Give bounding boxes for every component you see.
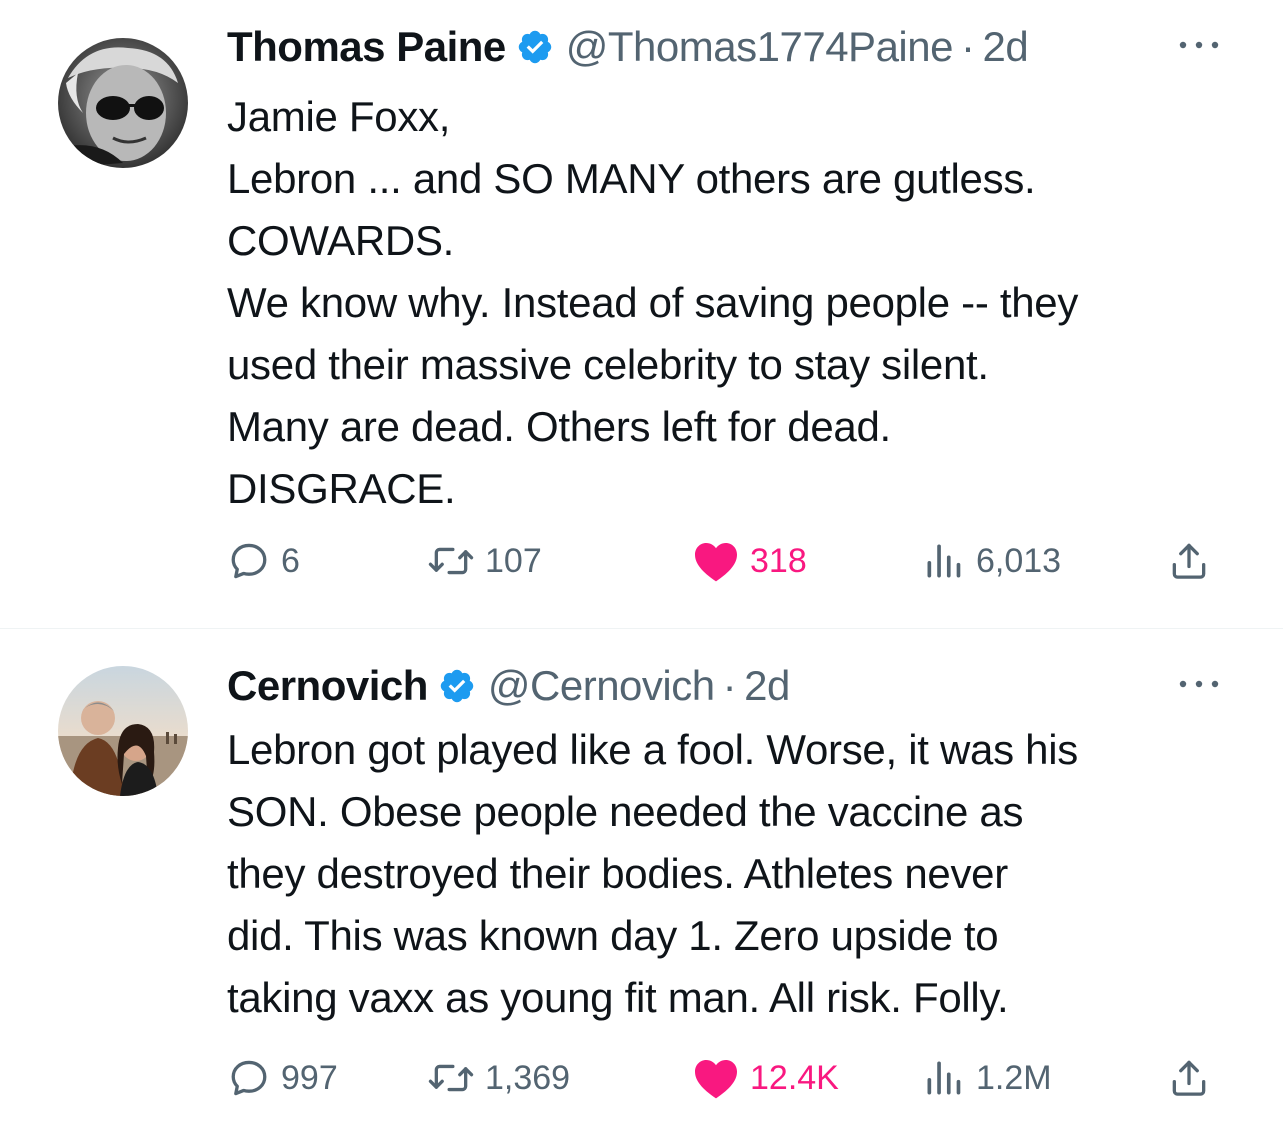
tweet-text-line: Lebron got played like a fool. Worse, it… [227, 726, 1078, 773]
tweet-text-line: DISGRACE. [227, 465, 456, 512]
tweet-header: Cernovich @Cernovich · 2d [227, 656, 1223, 716]
author-name[interactable]: Cernovich [227, 662, 428, 710]
retweet-arrows-icon [428, 1064, 474, 1092]
tweet-actions: 997 1,369 12.4K 1.2M [227, 1053, 1227, 1103]
share-button[interactable] [1167, 536, 1211, 586]
retweet-button[interactable]: 1,369 [427, 1053, 570, 1103]
views-bar-chart-icon [927, 544, 961, 578]
reply-button[interactable]: 6 [227, 536, 300, 586]
avatar[interactable] [58, 666, 188, 796]
separator-dot: · [960, 23, 975, 70]
share-upload-icon [1172, 1060, 1206, 1096]
retweet-count: 1,369 [485, 1058, 571, 1097]
tweet-header: Thomas Paine @Thomas1774Paine · 2d [227, 17, 1223, 77]
heart-icon [695, 543, 737, 582]
avatar-photo-icon [58, 666, 188, 796]
reply-button[interactable]: 997 [227, 1053, 338, 1103]
views-button[interactable]: 6,013 [922, 536, 1061, 586]
like-count: 318 [750, 541, 807, 580]
like-count: 12.4K [750, 1058, 839, 1097]
views-count: 6,013 [976, 541, 1062, 580]
reply-count: 6 [281, 541, 300, 580]
retweet-count: 107 [485, 541, 542, 580]
tweet-text-line: We know why. Instead of saving people --… [227, 279, 1079, 326]
retweet-arrows-icon [428, 547, 474, 575]
separator-dot: · [722, 662, 737, 709]
tweet-text-line: used their massive celebrity to stay sil… [227, 341, 989, 388]
author-name[interactable]: Thomas Paine [227, 23, 506, 71]
tweet-text-line: Many are dead. Others left for dead. [227, 403, 891, 450]
avatar-photo-icon [58, 38, 188, 168]
timestamp[interactable]: 2d [744, 662, 790, 710]
verified-badge-icon [518, 30, 551, 64]
reply-bubble-icon [231, 1060, 267, 1096]
tweet-text-line: did. This was known day 1. Zero upside t… [227, 912, 999, 959]
share-button[interactable] [1167, 1053, 1211, 1103]
more-dots-icon[interactable] [1175, 674, 1223, 694]
share-upload-icon [1172, 543, 1206, 579]
tweet-text: Lebron got played like a fool. Worse, it… [227, 719, 1237, 1029]
tweet-text-line: COWARDS. [227, 217, 455, 264]
views-count: 1.2M [976, 1058, 1052, 1097]
reply-count: 997 [281, 1058, 338, 1097]
timestamp[interactable]: 2d [982, 23, 1028, 71]
tweet-text-line: Jamie Foxx, [227, 93, 451, 140]
more-dots-icon[interactable] [1175, 35, 1223, 55]
tweet-text-line: Lebron ... and SO MANY others are gutles… [227, 155, 1036, 202]
like-button[interactable]: 12.4K [692, 1053, 839, 1103]
tweet-actions: 6 107 318 6,013 [227, 536, 1227, 586]
tweet-text: Jamie Foxx, Lebron ... and SO MANY other… [227, 86, 1237, 520]
retweet-button[interactable]: 107 [427, 536, 542, 586]
reply-bubble-icon [231, 543, 267, 579]
views-button[interactable]: 1.2M [922, 1053, 1052, 1103]
tweet-card[interactable]: Cernovich @Cernovich · 2d Lebron got pla… [0, 629, 1283, 1141]
heart-icon [695, 1060, 737, 1099]
author-handle[interactable]: @Cernovich [488, 662, 715, 710]
tweet-text-line: SON. Obese people needed the vaccine as [227, 788, 1024, 835]
tweet-card[interactable]: Thomas Paine @Thomas1774Paine · 2d Jamie… [0, 0, 1283, 628]
verified-badge-icon [440, 669, 474, 703]
avatar[interactable] [58, 38, 188, 168]
like-button[interactable]: 318 [692, 536, 807, 586]
views-bar-chart-icon [927, 1061, 961, 1095]
tweet-text-line: they destroyed their bodies. Athletes ne… [227, 850, 1008, 897]
author-handle[interactable]: @Thomas1774Paine [566, 23, 954, 71]
tweet-text-line: taking vaxx as young fit man. All risk. … [227, 974, 1009, 1021]
